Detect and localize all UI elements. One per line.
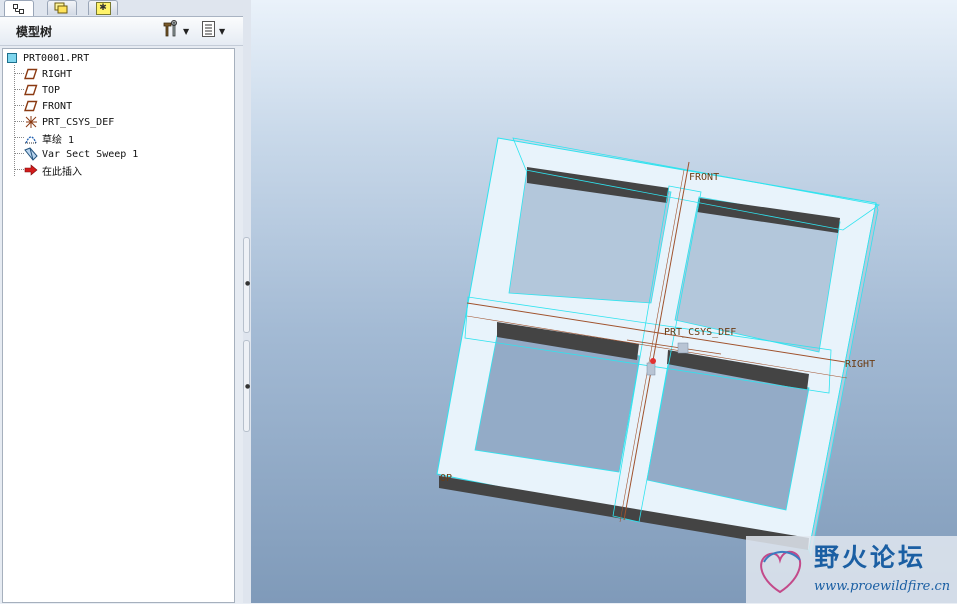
layers-icon	[54, 0, 70, 18]
forum-watermark: 野火论坛 www.proewildfire.cn	[746, 536, 957, 603]
datum-plane-icon	[24, 99, 38, 113]
tree-item-right[interactable]: RIGHT	[24, 66, 72, 82]
tree-item-csys[interactable]: PRT_CSYS_DEF	[24, 114, 114, 130]
tree-item-label: Var Sect Sweep 1	[42, 148, 139, 160]
model-tree-tab[interactable]	[4, 0, 34, 16]
tree-item-sketch[interactable]: 草绘 1	[24, 130, 74, 146]
tree-branch	[15, 169, 24, 170]
tree-item-sweep[interactable]: Var Sect Sweep 1	[24, 146, 138, 162]
insert-here-arrow-icon	[24, 163, 38, 177]
tree-item-label: PRT_CSYS_DEF	[42, 116, 115, 128]
csys-axis-tag	[677, 342, 689, 354]
panel-splitter[interactable]: ● ●	[243, 0, 251, 603]
tree-item-label: RIGHT	[42, 68, 73, 80]
datum-label-csys[interactable]: PRT_CSYS_DEF	[664, 327, 736, 338]
splitter-grip[interactable]: ●	[243, 237, 250, 333]
tree-show-button[interactable]: ▼	[201, 20, 226, 42]
tree-item-label: 草绘 1	[42, 134, 75, 146]
csys-axis-tag	[646, 362, 656, 376]
tree-item-top[interactable]: TOP	[24, 82, 60, 98]
tree-item-front[interactable]: FRONT	[24, 98, 72, 114]
tree-branch	[15, 153, 24, 154]
sketch-icon	[24, 131, 38, 145]
tools-icon	[161, 20, 181, 42]
part-icon	[5, 51, 19, 65]
star-folder-icon: ✱	[95, 1, 111, 15]
tree-item-label: FRONT	[42, 100, 73, 112]
model-tree: PRT0001.PRT RIGHT TOP FRONT PRT_CSYS_DEF…	[2, 48, 235, 603]
tree-branch	[15, 105, 24, 106]
chevron-down-icon: ▼	[183, 26, 190, 36]
sweep-icon	[24, 147, 38, 161]
splitter-grip[interactable]: ●	[243, 340, 250, 432]
model-view: FRONT RIGHT PRT_CSYS_DEF OP	[436, 137, 881, 558]
datum-label-front[interactable]: FRONT	[689, 172, 719, 183]
tree-branch	[15, 73, 24, 74]
datum-label-top[interactable]: OP	[440, 473, 452, 484]
tree-branch	[15, 89, 24, 90]
navigator-tab-strip: ✱	[0, 0, 243, 17]
watermark-title: 野火论坛	[814, 543, 927, 572]
tree-item-label: 在此插入	[42, 166, 82, 178]
watermark-url: www.proewildfire.cn	[814, 579, 951, 594]
chevron-down-icon: ▼	[219, 26, 226, 36]
model-tree-title: 模型树	[16, 25, 53, 39]
model-tree-header: 模型树 ▼ ▼	[0, 17, 243, 46]
list-view-icon	[201, 20, 217, 42]
proe-window: ✱ 模型树 ▼ ▼ PRT0001.PRT RIGHT TOP FRONT PR…	[0, 0, 957, 603]
tree-root-part[interactable]: PRT0001.PRT	[5, 50, 89, 66]
datum-label-right[interactable]: RIGHT	[845, 359, 875, 370]
tree-settings-button[interactable]: ▼	[161, 20, 190, 42]
tree-root-label: PRT0001.PRT	[23, 52, 90, 64]
tree-item-insert-here[interactable]: 在此插入	[24, 162, 82, 178]
datum-plane-icon	[24, 67, 38, 81]
tree-branch	[15, 137, 24, 138]
coordinate-system-icon	[24, 115, 38, 129]
watermark-logo-icon	[750, 540, 810, 604]
graphics-window[interactable]: FRONT RIGHT PRT_CSYS_DEF OP	[251, 0, 957, 603]
model-tree-icon	[13, 0, 25, 18]
tree-item-label: TOP	[42, 84, 61, 96]
navigator-panel: ✱ 模型树 ▼ ▼ PRT0001.PRT RIGHT TOP FRONT PR…	[0, 0, 243, 603]
datum-plane-icon	[24, 83, 38, 97]
layers-tab[interactable]	[47, 0, 77, 15]
tree-branch	[15, 121, 24, 122]
csys-origin-marker	[650, 358, 656, 364]
favorites-tab[interactable]: ✱	[88, 0, 118, 15]
